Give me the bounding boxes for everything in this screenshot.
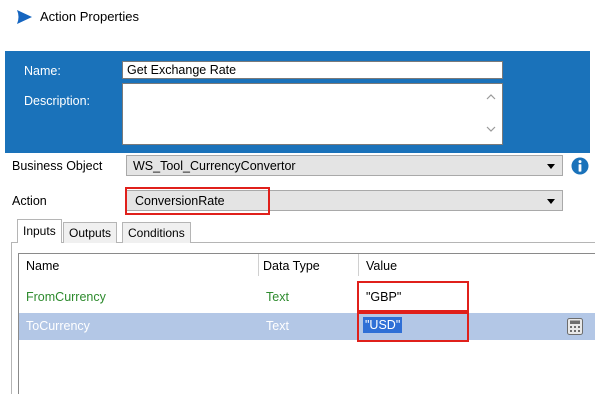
scroll-up-icon[interactable] xyxy=(484,92,498,102)
input-name-cell[interactable]: ToCurrency xyxy=(26,318,90,334)
column-header-name[interactable]: Name xyxy=(26,258,59,274)
name-field[interactable] xyxy=(122,61,503,79)
column-divider xyxy=(358,254,359,276)
action-highlight-box xyxy=(125,187,270,215)
input-name-cell[interactable]: FromCurrency xyxy=(26,289,106,305)
info-icon[interactable] xyxy=(571,157,589,175)
business-object-value: WS_Tool_CurrencyConvertor xyxy=(133,159,296,173)
input-type-cell[interactable]: Text xyxy=(266,318,289,334)
name-label: Name: xyxy=(24,64,61,78)
input-type-cell[interactable]: Text xyxy=(266,289,289,305)
scroll-down-icon[interactable] xyxy=(484,124,498,134)
tab-outputs[interactable]: Outputs xyxy=(63,222,118,243)
business-object-label: Business Object xyxy=(12,159,103,173)
business-object-dropdown[interactable]: WS_Tool_CurrencyConvertor xyxy=(126,155,563,176)
value-highlight-box xyxy=(357,312,469,342)
blueprism-logo-icon xyxy=(17,10,32,24)
value-highlight-box xyxy=(357,281,469,312)
tab-inputs[interactable]: Inputs xyxy=(17,219,62,243)
window-title: Action Properties xyxy=(40,9,139,24)
column-header-data-type[interactable]: Data Type xyxy=(263,258,320,274)
description-label: Description: xyxy=(24,94,90,108)
column-divider xyxy=(258,254,259,276)
calculator-icon[interactable] xyxy=(567,318,583,335)
description-field[interactable] xyxy=(122,83,503,145)
tab-conditions[interactable]: Conditions xyxy=(122,222,191,243)
table-row-selected[interactable] xyxy=(19,313,595,340)
action-label: Action xyxy=(12,194,47,208)
chevron-down-icon[interactable] xyxy=(546,163,556,170)
column-header-value[interactable]: Value xyxy=(366,258,397,274)
chevron-down-icon[interactable] xyxy=(546,198,556,205)
